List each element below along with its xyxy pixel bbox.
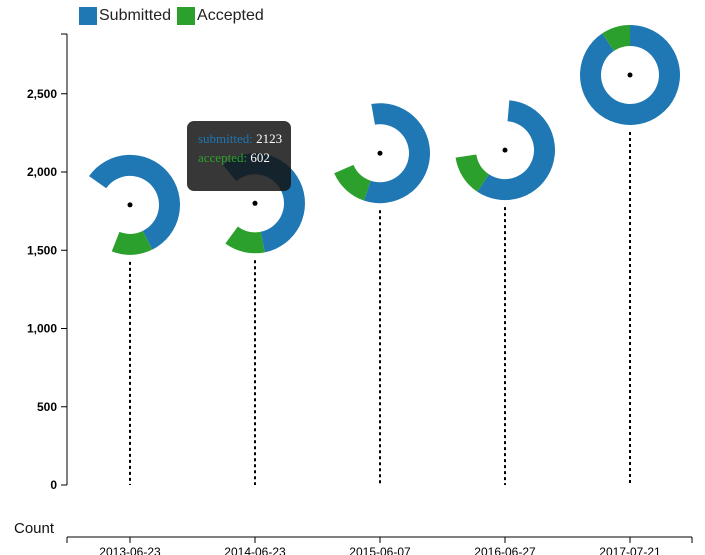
x-axis-title: Count: [14, 520, 55, 537]
y-tick-label: 500: [37, 400, 57, 414]
donut-center-dot: [127, 202, 133, 208]
x-tick-label: 2016-06-27: [474, 545, 536, 555]
legend-label-submitted: Submitted: [99, 7, 172, 24]
legend-item-submitted[interactable]: Submitted: [79, 7, 171, 25]
legend: Submitted Accepted: [79, 5, 270, 27]
donut-center-dot: [252, 200, 258, 206]
donut-arc-accepted: [334, 164, 371, 201]
legend-item-accepted[interactable]: Accepted: [177, 7, 264, 25]
donut-center-dot: [627, 72, 633, 78]
tooltip: submitted: 2123 accepted: 602: [187, 121, 291, 191]
legend-swatch-accepted: [177, 7, 196, 25]
y-tick-label: 1,500: [27, 243, 57, 257]
tooltip-submitted-value: 2123: [256, 131, 283, 146]
x-tick-label: 2013-06-23: [99, 545, 161, 555]
tooltip-submitted-key: submitted:: [198, 131, 253, 146]
donut-lollipop-chart: 0 500 1,000 1,500 2,000 2,500 2013-06-23 2014-0…: [27, 24, 693, 555]
donut-arc-accepted: [225, 226, 265, 254]
y-tick-label: 0: [50, 478, 57, 492]
donut-center-dot: [377, 150, 383, 156]
donut-arc-submitted: [364, 103, 431, 204]
tooltip-accepted-key: accepted:: [198, 150, 248, 165]
x-tick-label: 2014-06-23: [224, 545, 286, 555]
x-tick-label: 2017-07-21: [599, 545, 661, 555]
x-tick-label: 2015-06-07: [349, 545, 411, 555]
legend-swatch-submitted: [79, 7, 97, 25]
y-tick-label: 1,000: [27, 322, 57, 336]
donut-center-dot: [502, 147, 508, 153]
donut-arc-submitted: [477, 100, 555, 201]
y-tick-label: 2,500: [27, 87, 57, 101]
tooltip-accepted-value: 602: [250, 150, 270, 165]
y-tick-label: 2,000: [27, 165, 57, 179]
legend-label-accepted: Accepted: [197, 7, 264, 24]
